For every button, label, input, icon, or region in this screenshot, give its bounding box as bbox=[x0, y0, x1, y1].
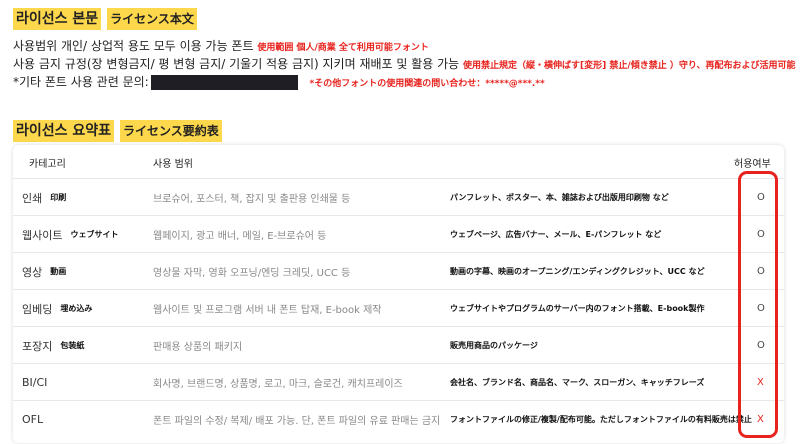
license-summary-heading: 라이선스 요약표 ライセンス要約表 bbox=[13, 120, 222, 142]
row-scope: 브로슈어, 포스터, 책, 잡지 및 출판용 인쇄물 등 bbox=[153, 194, 351, 205]
row-scope: 판매용 상품의 패키지 bbox=[153, 342, 243, 353]
table-row: BI/CI 회사명, 브랜드명, 상품명, 로고, 마크, 슬로건, 캐치프레이… bbox=[13, 363, 784, 400]
usage-scope-ja: 使用範囲 個人/商業 全て利用可能フォント bbox=[257, 43, 429, 53]
inquiry-ko: *기타 폰트 사용 관련 문의: bbox=[13, 75, 149, 89]
inquiry-ja: *その他フォントの使用関連の問い合わせ：*****@***.** bbox=[309, 79, 545, 89]
license-summary-title-ko: 라이선스 요약표 bbox=[13, 120, 115, 142]
table-row: 웹사이트 ウェブサイト 웹페이지, 광고 배너, 메일, E-브로슈어 등 ウェブ… bbox=[13, 215, 784, 252]
header-category: 카테고리 bbox=[29, 159, 66, 170]
row-category-ja: 包装紙 bbox=[60, 341, 85, 350]
prohibition-ja: 使用禁止規定（縦・横伸ばす[変形] 禁止/傾き禁止 ）守り、再配布および活用可能 bbox=[463, 61, 796, 71]
row-category: 포장지 bbox=[22, 339, 53, 353]
row-scope-ja: フォントファイルの修正/複製/配布可能。ただしフォントファイルの有料販売は禁止 bbox=[450, 415, 752, 424]
usage-scope-ko: 사용범위 개인/ 상업적 용도 모두 이용 가능 폰트 bbox=[13, 39, 254, 53]
row-scope: 폰트 파일의 수정/ 복제/ 배포 가능. 단, 폰트 파일의 유료 판매는 금… bbox=[153, 416, 441, 427]
row-category: BI/CI bbox=[22, 376, 48, 389]
row-scope: 회사명, 브랜드명, 상품명, 로고, 마크, 슬로건, 캐치프레이즈 bbox=[153, 379, 403, 390]
license-summary-title-ja: ライセンス要約表 bbox=[120, 120, 222, 142]
row-category: 인쇄 bbox=[22, 191, 43, 205]
header-allowed: 허용여부 bbox=[734, 159, 771, 170]
prohibition-line: 사용 금지 규정(장 변형금지/ 평 변형 금지/ 기울기 적용 금지) 지키며… bbox=[13, 56, 795, 74]
redacted-contact bbox=[150, 75, 298, 90]
header-scope: 사용 범위 bbox=[153, 159, 193, 170]
row-category: 영상 bbox=[22, 265, 43, 279]
row-scope-ja: 会社名、ブランド名、商品名、マーク、スローガン、キャッチフレーズ bbox=[450, 378, 705, 387]
allowed-column-highlight bbox=[738, 171, 778, 438]
license-body-title-ja: ライセンス本文 bbox=[107, 8, 197, 30]
row-category-ja: 動画 bbox=[50, 267, 67, 276]
row-category-ja: 埋め込み bbox=[60, 304, 93, 313]
table-row: 인쇄 印刷 브로슈어, 포스터, 책, 잡지 및 출판용 인쇄물 등 パンフレット… bbox=[13, 178, 784, 215]
table-row: OFL 폰트 파일의 수정/ 복제/ 배포 가능. 단, 폰트 파일의 유료 판… bbox=[13, 400, 784, 437]
table-row: 영상 動画 영상물 자막, 영화 오프닝/엔딩 크레딧, UCC 등 動画の字幕、… bbox=[13, 252, 784, 289]
row-category: 웹사이트 bbox=[22, 228, 63, 242]
table-row: 포장지 包装紙 판매용 상품의 패키지 販売用商品のパッケージ O bbox=[13, 326, 784, 363]
row-scope-ja: 動画の字幕、映画のオープニング/エンディングクレジット、UCC など bbox=[450, 267, 705, 276]
row-scope-ja: ウェブサイトやプログラムのサーバー内のフォント搭載、E-book製作 bbox=[450, 304, 705, 313]
license-body-heading: 라이선스 본문 ライセンス本文 bbox=[13, 8, 197, 30]
license-summary-table: 카테고리 사용 범위 허용여부 인쇄 印刷 브로슈어, 포스터, 책, 잡지 및 … bbox=[13, 145, 784, 443]
row-category-ja: ウェブサイト bbox=[70, 230, 119, 239]
license-body-title-ko: 라이선스 본문 bbox=[13, 8, 102, 30]
usage-scope-line: 사용범위 개인/ 상업적 용도 모두 이용 가능 폰트 使用範囲 個人/商業 全… bbox=[13, 38, 429, 56]
row-scope: 웹사이트 및 프로그램 서버 내 폰트 탑재, E-book 제작 bbox=[153, 305, 382, 316]
row-scope-ja: 販売用商品のパッケージ bbox=[450, 341, 538, 350]
row-scope: 영상물 자막, 영화 오프닝/엔딩 크레딧, UCC 등 bbox=[153, 268, 351, 279]
prohibition-ko: 사용 금지 규정(장 변형금지/ 평 변형 금지/ 기울기 적용 금지) 지키며… bbox=[13, 57, 460, 71]
table-header: 카테고리 사용 범위 허용여부 bbox=[13, 145, 784, 178]
row-scope-ja: パンフレット、ポスター、本、雑誌および出版用印刷物 など bbox=[450, 193, 669, 202]
row-category: 임베딩 bbox=[22, 302, 53, 316]
table-row: 임베딩 埋め込み 웹사이트 및 프로그램 서버 내 폰트 탑재, E-book 제… bbox=[13, 289, 784, 326]
inquiry-line: *기타 폰트 사용 관련 문의: *その他フォントの使用関連の問い合わせ：***… bbox=[13, 74, 545, 92]
row-category-ja: 印刷 bbox=[50, 193, 67, 202]
row-scope: 웹페이지, 광고 배너, 메일, E-브로슈어 등 bbox=[153, 231, 327, 242]
row-scope-ja: ウェブページ、広告バナー、メール、E-パンフレット など bbox=[450, 230, 662, 239]
row-category: OFL bbox=[22, 413, 44, 426]
